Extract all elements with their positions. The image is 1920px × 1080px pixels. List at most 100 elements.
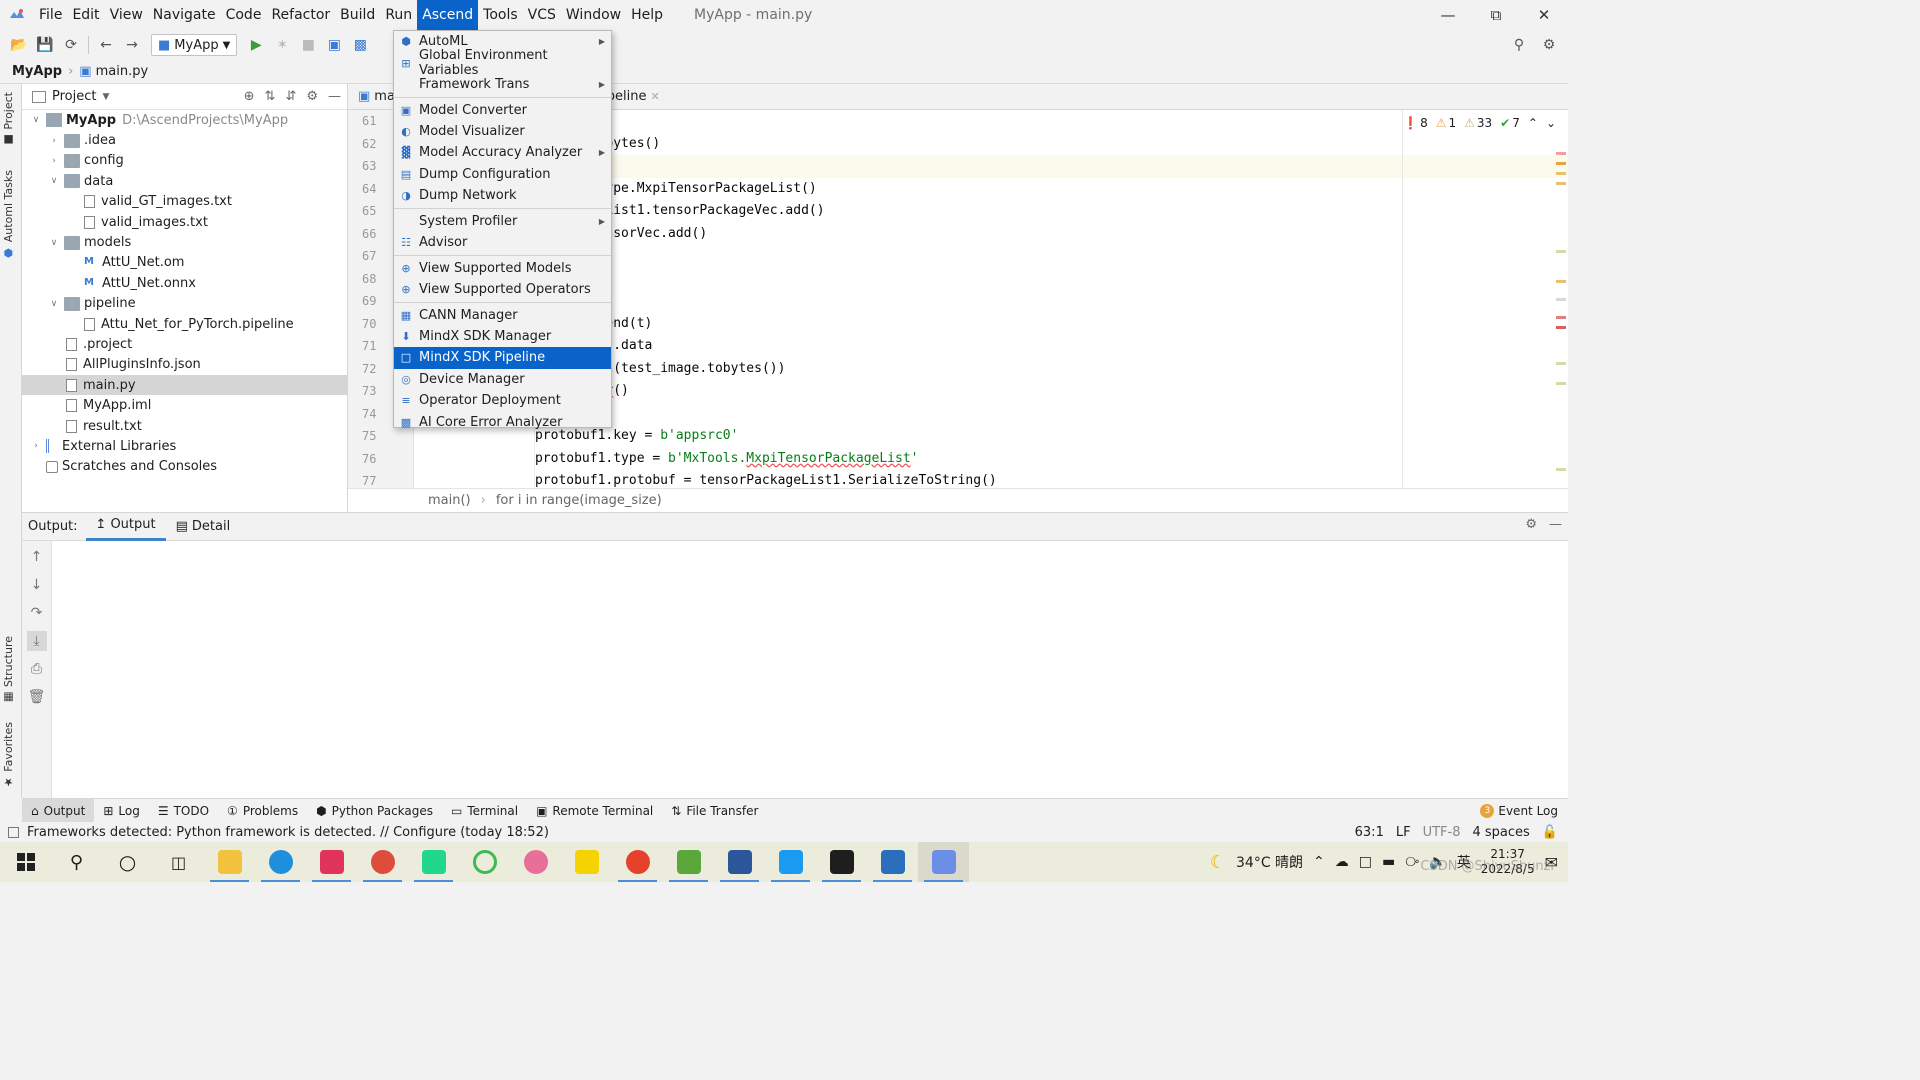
- code-line[interactable]: protobuf1.type = b'MxTools.MxpiTensorPac…: [414, 448, 1568, 471]
- back-icon[interactable]: ←: [93, 32, 119, 58]
- menu-window[interactable]: Window: [561, 0, 626, 30]
- tab-structure[interactable]: ▦ Structure: [2, 636, 15, 704]
- menu-run[interactable]: Run: [380, 0, 417, 30]
- tab-terminal[interactable]: ▭ Terminal: [442, 799, 527, 823]
- menu-item-model-visualizer[interactable]: ◐ Model Visualizer: [394, 121, 611, 142]
- tab-remote-terminal[interactable]: ▣ Remote Terminal: [527, 799, 662, 823]
- forward-icon[interactable]: →: [119, 32, 145, 58]
- menu-build[interactable]: Build: [335, 0, 380, 30]
- tree-item[interactable]: ∨ pipeline: [22, 294, 347, 314]
- menu-item-model-converter[interactable]: ▣ Model Converter: [394, 99, 611, 120]
- project-view-select[interactable]: Project: [52, 89, 96, 104]
- warning-marker[interactable]: [1556, 162, 1566, 165]
- tab-favorites[interactable]: ★ Favorites: [2, 722, 15, 789]
- save-icon[interactable]: 💾: [32, 32, 58, 58]
- status-message[interactable]: Frameworks detected: Python framework is…: [27, 825, 549, 840]
- task-view-icon[interactable]: ◫: [153, 842, 204, 882]
- error-marker[interactable]: [1556, 152, 1566, 155]
- build-icon[interactable]: ▣: [321, 32, 347, 58]
- ascend-ide-icon[interactable]: [918, 842, 969, 882]
- menu-vcs[interactable]: VCS: [523, 0, 561, 30]
- error-marker[interactable]: [1556, 316, 1566, 319]
- menu-item-cann-manager[interactable]: ▦ CANN Manager: [394, 304, 611, 325]
- weather-text[interactable]: 34°C 晴朗: [1236, 852, 1303, 872]
- menu-item-dump-network[interactable]: ◑ Dump Network: [394, 185, 611, 206]
- error-marker[interactable]: [1556, 326, 1566, 329]
- gear-icon[interactable]: ⚙: [1525, 517, 1537, 532]
- tab-todo[interactable]: ☰ TODO: [149, 799, 218, 823]
- menu-item-ai-core-error-analyzer[interactable]: ▩ AI Core Error Analyzer: [394, 411, 611, 432]
- tab-detail[interactable]: ▤ Detail: [166, 513, 241, 541]
- menu-edit[interactable]: Edit: [67, 0, 104, 30]
- warning-marker[interactable]: [1556, 362, 1566, 365]
- line-separator[interactable]: LF: [1396, 825, 1411, 840]
- tab-log[interactable]: ⊞ Log: [94, 799, 149, 823]
- hide-icon[interactable]: —: [1549, 517, 1562, 532]
- menu-item-mindx-sdk-pipeline[interactable]: □ MindX SDK Pipeline: [394, 347, 611, 369]
- chevron-down-icon[interactable]: ∨: [48, 299, 60, 309]
- menu-item-framework-trans[interactable]: Framework Trans ▶: [394, 74, 611, 95]
- search-icon[interactable]: ⚲: [1506, 32, 1532, 58]
- crumb-function[interactable]: main(): [428, 493, 471, 508]
- scroll-thumb[interactable]: [1556, 298, 1566, 301]
- warning-marker[interactable]: [1556, 468, 1566, 471]
- pycharm-icon[interactable]: [408, 842, 459, 882]
- chrome-icon[interactable]: [357, 842, 408, 882]
- tree-item[interactable]: .project: [22, 334, 347, 354]
- menu-tools[interactable]: Tools: [478, 0, 523, 30]
- tree-item[interactable]: ∨ models: [22, 232, 347, 252]
- trash-icon[interactable]: 🗑: [27, 687, 47, 707]
- menu-item-mindx-sdk-manager[interactable]: ⬇ MindX SDK Manager: [394, 326, 611, 347]
- scroll-to-end-icon[interactable]: ⤓: [26, 631, 47, 651]
- tree-item[interactable]: › External Libraries: [22, 436, 347, 456]
- arrow-down-icon[interactable]: ↓: [27, 575, 47, 595]
- intellij-icon[interactable]: [306, 842, 357, 882]
- menu-refactor[interactable]: Refactor: [266, 0, 335, 30]
- menu-item-advisor[interactable]: ☷ Advisor: [394, 232, 611, 253]
- minimize-button[interactable]: —: [1424, 0, 1472, 30]
- lock-icon[interactable]: 🔓: [1542, 825, 1558, 840]
- menu-view[interactable]: View: [105, 0, 148, 30]
- breadcrumb-file[interactable]: main.py: [96, 64, 149, 79]
- hide-icon[interactable]: —: [328, 89, 341, 104]
- welink-icon[interactable]: [765, 842, 816, 882]
- collapse-all-icon[interactable]: ⇵: [285, 89, 296, 104]
- arrow-up-icon[interactable]: ↑: [27, 547, 47, 567]
- menu-navigate[interactable]: Navigate: [148, 0, 221, 30]
- tree-item[interactable]: M AttU_Net.onnx: [22, 273, 347, 293]
- chevron-up-icon[interactable]: ⌃: [1313, 854, 1325, 870]
- line-number[interactable]: 77: [348, 470, 413, 488]
- breadcrumb-project[interactable]: MyApp: [12, 64, 62, 79]
- gear-icon[interactable]: ⚙: [1536, 32, 1562, 58]
- weak-warning-count[interactable]: ⚠ 33: [1464, 116, 1492, 130]
- tree-item[interactable]: Scratches and Consoles: [22, 457, 347, 477]
- menu-item-system-profiler[interactable]: System Profiler ▶: [394, 211, 611, 232]
- tree-item[interactable]: valid_GT_images.txt: [22, 192, 347, 212]
- battery-icon[interactable]: ▬: [1382, 854, 1395, 870]
- word-icon[interactable]: [714, 842, 765, 882]
- menu-file[interactable]: File: [34, 0, 67, 30]
- event-log-button[interactable]: 3 Event Log: [1480, 803, 1568, 818]
- soft-wrap-icon[interactable]: ↷: [27, 603, 47, 623]
- debug-icon[interactable]: ✶: [269, 32, 295, 58]
- display-icon[interactable]: □: [1359, 854, 1372, 870]
- warning-count[interactable]: ⚠ 1: [1436, 116, 1456, 130]
- sync-icon[interactable]: ⟳: [58, 32, 84, 58]
- tab-automl-tasks[interactable]: ⬢ Automl Tasks: [2, 170, 15, 259]
- tree-item[interactable]: MyApp.iml: [22, 395, 347, 415]
- menu-item-dump-configuration[interactable]: ▤ Dump Configuration: [394, 164, 611, 185]
- tree-item[interactable]: ∨ data: [22, 171, 347, 191]
- menu-item-model-accuracy-analyzer[interactable]: ▓ Model Accuracy Analyzer ▶: [394, 142, 611, 163]
- tab-python-packages[interactable]: ⬢ Python Packages: [307, 799, 442, 823]
- warning-marker[interactable]: [1556, 172, 1566, 175]
- chevron-right-icon[interactable]: ›: [30, 441, 42, 451]
- tab-file-transfer[interactable]: ⇅ File Transfer: [662, 799, 767, 823]
- windows-start-icon[interactable]: [0, 842, 51, 882]
- menu-item-operator-deployment[interactable]: ≡ Operator Deployment: [394, 390, 611, 411]
- gear-icon[interactable]: ⚙: [306, 89, 318, 104]
- caret-position[interactable]: 63:1: [1355, 825, 1384, 840]
- tree-item[interactable]: › config: [22, 151, 347, 171]
- menu-item-view-supported-models[interactable]: ⊕ View Supported Models: [394, 257, 611, 278]
- line-number[interactable]: 76: [348, 448, 413, 471]
- sticky-notes-icon[interactable]: [561, 842, 612, 882]
